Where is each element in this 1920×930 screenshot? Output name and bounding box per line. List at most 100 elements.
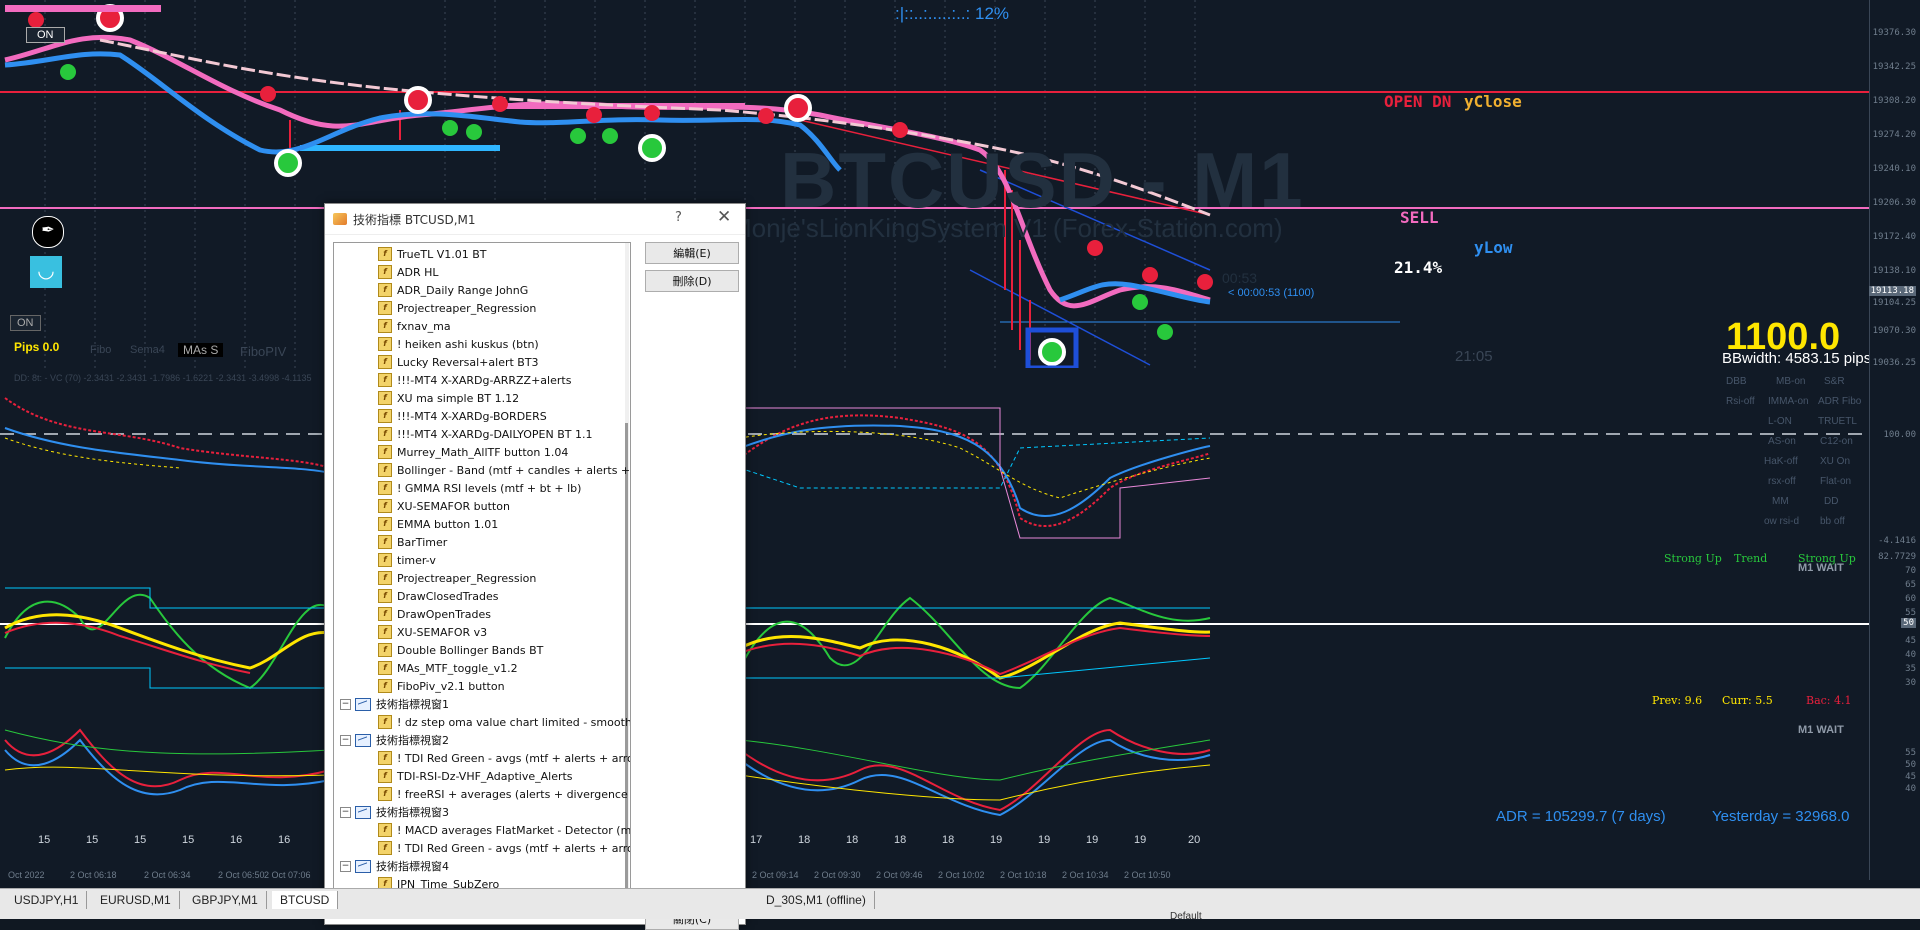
tree-indicator-item[interactable]: f !!!-MT4 X-XARDg-BORDERS: [378, 407, 547, 425]
bb-button[interactable]: bb off: [1820, 516, 1845, 527]
tree-indicator-item[interactable]: f ! TDI Red Green - avgs (mtf + alerts + …: [378, 839, 630, 857]
flat-button[interactable]: Flat-on: [1820, 476, 1851, 487]
ow-rsi-button[interactable]: ow rsi-d: [1764, 516, 1799, 527]
tree-indicator-item[interactable]: f DrawClosedTrades: [378, 587, 499, 605]
indicator-pane-2[interactable]: Strong Up Trend Strong Up M1 WAIT Prev: …: [0, 548, 1870, 711]
edit-button[interactable]: 編輯(E): [645, 242, 739, 264]
tree-window-node[interactable]: − 技術指標視窗2: [340, 731, 449, 749]
indicator-icon: f: [378, 769, 392, 783]
collapse-icon[interactable]: −: [340, 734, 351, 746]
mas-button[interactable]: MAs S: [178, 343, 224, 357]
delete-button[interactable]: 刪除(D): [645, 270, 739, 292]
dialog-titlebar[interactable]: 技術指標 BTCUSD,M1: [325, 204, 745, 235]
tree-item-label: Projectreaper_Regression: [397, 301, 537, 315]
mb-button[interactable]: MB-on: [1776, 376, 1805, 387]
rsi-button[interactable]: Rsi-off: [1726, 396, 1755, 407]
truetl-button[interactable]: TRUETL: [1818, 416, 1857, 427]
collapse-icon[interactable]: −: [340, 806, 351, 818]
tab-gbpjpy[interactable]: GBPJPY,M1: [184, 891, 267, 909]
price-tick: 40: [1905, 784, 1916, 794]
tree-indicator-item[interactable]: f ! dz step oma value chart limited - smo…: [378, 713, 630, 731]
tree-window-node[interactable]: − 技術指標視窗1: [340, 695, 449, 713]
date-tick: 2 Oct 10:02: [938, 870, 985, 880]
tree-indicator-item[interactable]: f !!!-MT4 X-XARDg-DAILYOPEN BT 1.1: [378, 425, 593, 443]
dd-button[interactable]: DD: [1824, 496, 1838, 507]
tree-item-label: 技術指標視窗3: [376, 806, 449, 819]
rsx-button[interactable]: rsx-off: [1768, 476, 1796, 487]
tree-indicator-item[interactable]: f ! MACD averages FlatMarket - Detector (…: [378, 821, 630, 839]
main-price-pane[interactable]: BTCUSD - M1 Monje'sLionKingSystem V1 (Fo…: [0, 0, 1871, 369]
indicator-icon: f: [378, 427, 392, 441]
date-tick: 2 Oct 10:34: [1062, 870, 1109, 880]
hak-button[interactable]: HaK-off: [1764, 456, 1798, 467]
tree-indicator-item[interactable]: f ! freeRSI + averages (alerts + divergen…: [378, 785, 630, 803]
adr-fibo-button[interactable]: ADR Fibo: [1818, 396, 1861, 407]
tree-indicator-item[interactable]: f Double Bollinger Bands BT: [378, 641, 543, 659]
on-toggle-left[interactable]: ON: [10, 315, 41, 331]
side-button-panel: DBB MB-on S&R Rsi-off IMMA-on ADR Fibo L…: [1720, 372, 1870, 532]
help-icon[interactable]: ?: [675, 210, 682, 225]
tree-indicator-item[interactable]: f timer-v: [378, 551, 436, 569]
on-toggle-top[interactable]: ON: [26, 27, 65, 43]
tab-usdjpy[interactable]: USDJPY,H1: [6, 891, 88, 909]
tree-indicator-item[interactable]: f TDI-RSI-Dz-VHF_Adaptive_Alerts: [378, 767, 573, 785]
tree-indicator-item[interactable]: f MAs_MTF_toggle_v1.2: [378, 659, 518, 677]
indicators-dialog[interactable]: 技術指標 BTCUSD,M1 ? ✕ f TrueTL V1.01 BT f ADR …: [324, 203, 746, 930]
price-scale[interactable]: 19376.30 19342.25 19308.20 19274.20 1924…: [1868, 0, 1920, 880]
collapse-icon[interactable]: −: [340, 698, 351, 710]
sema4-button[interactable]: Sema4: [130, 344, 165, 356]
smile-icon[interactable]: ◡: [30, 256, 62, 288]
hour-tick: 19: [1038, 834, 1051, 846]
tab-btcusd[interactable]: BTCUSD: [272, 891, 339, 909]
tree-indicator-item[interactable]: f ! heiken ashi kuskus (btn): [378, 335, 539, 353]
tree-indicator-item[interactable]: f Bollinger - Band (mtf + candles + alert…: [378, 461, 630, 479]
indicator-pane-1[interactable]: DD: 8t: - VC (70) -2.3431 -2.3431 -1.798…: [0, 368, 1870, 549]
tree-item-label: TrueTL V1.01 BT: [397, 247, 487, 261]
chart-area[interactable]: BTCUSD - M1 Monje'sLionKingSystem V1 (Fo…: [0, 0, 1920, 880]
tree-indicator-item[interactable]: f FiboPiv_v2.1 button: [378, 677, 505, 695]
fibopiv-button[interactable]: FiboPIV: [240, 344, 286, 359]
open-dn-label: OPEN DN: [1384, 92, 1452, 111]
tree-indicator-item[interactable]: f Murrey_Math_AllTF button 1.04: [378, 443, 568, 461]
tree-indicator-item[interactable]: f Projectreaper_Regression: [378, 569, 536, 587]
tree-window-node[interactable]: − 技術指標視窗3: [340, 803, 449, 821]
indicator-icon: f: [378, 625, 392, 639]
hour-tick: 15: [86, 834, 99, 846]
tree-indicator-item[interactable]: f XU-SEMAFOR v3: [378, 623, 487, 641]
collapse-icon[interactable]: −: [340, 860, 351, 872]
tree-indicator-item[interactable]: f EMMA button 1.01: [378, 515, 498, 533]
tree-indicator-item[interactable]: f DrawOpenTrades: [378, 605, 491, 623]
tree-indicator-item[interactable]: f fxnav_ma: [378, 317, 451, 335]
default-label: Default: [1170, 911, 1202, 922]
tree-indicator-item[interactable]: f ADR_Daily Range JohnG: [378, 281, 528, 299]
tree-indicator-item[interactable]: f !!!-MT4 X-XARDg-ARRZZ+alerts: [378, 371, 571, 389]
tree-item-label: timer-v: [397, 553, 436, 567]
l-on-button[interactable]: L-ON: [1768, 416, 1792, 427]
tree-indicator-item[interactable]: f XU ma simple BT 1.12: [378, 389, 519, 407]
indicator-tree[interactable]: f TrueTL V1.01 BT f ADR HL f ADR_Daily Range …: [333, 242, 631, 916]
fibo-button[interactable]: Fibo: [90, 344, 111, 356]
indicator-icon: f: [378, 337, 392, 351]
as-button[interactable]: AS-on: [1768, 436, 1796, 447]
tab-offline[interactable]: D_30S,M1 (offline): [758, 891, 875, 909]
tree-window-node[interactable]: − 技術指標視窗4: [340, 857, 449, 875]
tree-indicator-item[interactable]: f ! GMMA RSI levels (mtf + bt + lb): [378, 479, 581, 497]
tree-indicator-item[interactable]: f TrueTL V1.01 BT: [378, 245, 487, 263]
tree-indicator-item[interactable]: f ADR HL: [378, 263, 439, 281]
tree-indicator-item[interactable]: f ! TDI Red Green - avgs (mtf + alerts + …: [378, 749, 630, 767]
xu-button[interactable]: XU On: [1820, 456, 1850, 467]
close-icon[interactable]: ✕: [717, 207, 731, 227]
tree-indicator-item[interactable]: f Lucky Reversal+alert BT3: [378, 353, 539, 371]
tree-scrollbar[interactable]: [625, 243, 629, 915]
tree-indicator-item[interactable]: f Projectreaper_Regression: [378, 299, 536, 317]
c12-button[interactable]: C12-on: [1820, 436, 1853, 447]
mm-button[interactable]: MM: [1772, 496, 1789, 507]
dbb-button[interactable]: DBB: [1726, 376, 1747, 387]
tab-eurusd[interactable]: EURUSD,M1: [92, 891, 180, 909]
indicator-pane-3[interactable]: M1 WAIT ADR = 105299.7 (7 days) Yesterda…: [0, 710, 1870, 831]
pen-icon[interactable]: ✒: [32, 216, 64, 248]
imma-button[interactable]: IMMA-on: [1768, 396, 1809, 407]
snr-button[interactable]: S&R: [1824, 376, 1845, 387]
tree-indicator-item[interactable]: f XU-SEMAFOR button: [378, 497, 510, 515]
tree-indicator-item[interactable]: f BarTimer: [378, 533, 447, 551]
